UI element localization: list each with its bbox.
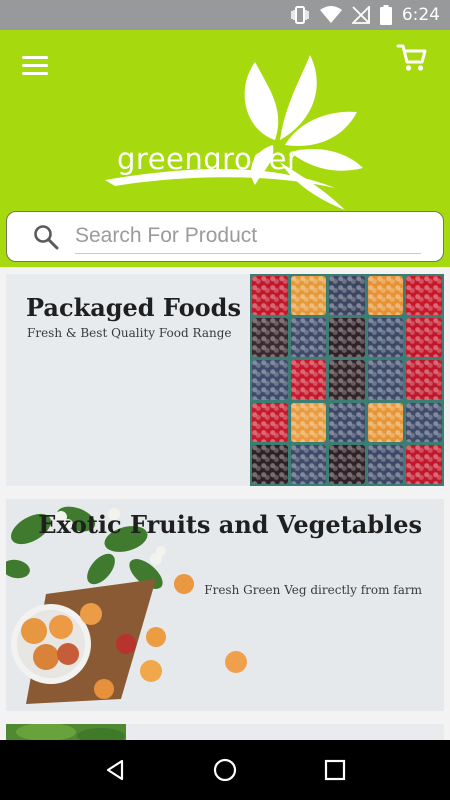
app-header: greengrocer (0, 30, 450, 267)
vibrate-icon (290, 6, 310, 24)
wifi-icon (319, 6, 342, 24)
banner-subtitle: Fresh & Best Quality Food Range (27, 326, 232, 340)
greengrocer-logo: greengrocer (95, 50, 375, 215)
logo-text: greengrocer (117, 142, 300, 176)
berries-image (250, 274, 444, 486)
banner-exotic-fruits[interactable]: Exotic Fruits and Vegetables Fresh Green… (6, 499, 444, 711)
status-time: 6:24 (401, 5, 440, 25)
banner-title: Packaged Foods (26, 293, 241, 322)
status-bar: 6:24 (0, 0, 450, 30)
search-icon[interactable] (33, 224, 59, 250)
system-nav-bar (0, 740, 450, 800)
search-input[interactable] (75, 219, 421, 254)
back-icon[interactable] (95, 750, 135, 790)
home-icon[interactable] (205, 750, 245, 790)
search-bar[interactable] (6, 211, 444, 262)
menu-icon[interactable] (22, 56, 48, 76)
banner-packaged-foods[interactable]: Packaged Foods Fresh & Best Quality Food… (6, 274, 444, 486)
no-signal-icon (351, 6, 370, 24)
recents-icon[interactable] (315, 750, 355, 790)
banner-subtitle: Fresh Green Veg directly from farm (204, 583, 422, 597)
battery-icon (379, 5, 392, 25)
cart-icon[interactable] (396, 42, 428, 74)
leaves-graphic (105, 55, 363, 210)
banner-title: Exotic Fruits and Vegetables (38, 510, 422, 539)
